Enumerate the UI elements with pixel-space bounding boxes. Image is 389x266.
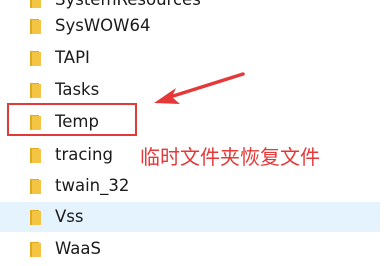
red-arrow-icon — [154, 72, 245, 104]
file-explorer-list: SystemResources SysWOW64 TAPI Tasks Temp — [0, 0, 389, 266]
annotation-text: 临时文件夹恢复文件 — [140, 145, 320, 169]
